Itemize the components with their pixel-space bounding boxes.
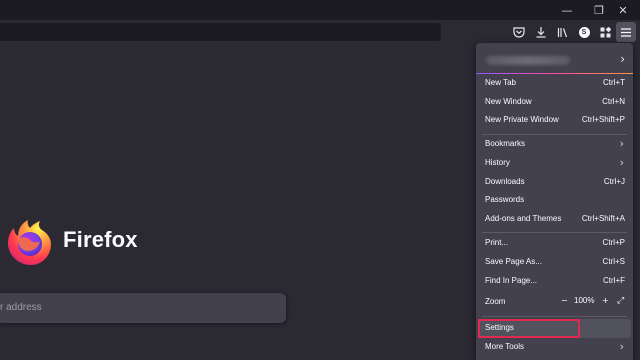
menu-item-label: History xyxy=(485,158,510,167)
menu-item-label: Find In Page... xyxy=(485,276,538,285)
menu-item-label: Bookmarks xyxy=(485,139,526,148)
pocket-icon xyxy=(513,26,525,38)
account-icon: S xyxy=(578,26,590,38)
chevron-right-icon: › xyxy=(619,156,624,169)
library-button[interactable] xyxy=(553,22,573,42)
firefox-wordmark: Firefox xyxy=(63,227,138,252)
account-button[interactable]: S xyxy=(574,22,594,42)
app-menu-panel: › New Tab Ctrl+T New Window Ctrl+N New P… xyxy=(476,43,633,360)
menu-item-shortcut: Ctrl+P xyxy=(602,238,625,247)
menu-item-shortcut: Ctrl+F xyxy=(603,276,625,285)
restore-icon: ❐ xyxy=(594,3,604,17)
menu-item-label: New Private Window xyxy=(485,115,559,124)
download-icon xyxy=(536,27,546,38)
menu-item-label: New Tab xyxy=(485,78,516,87)
minimize-button[interactable]: — xyxy=(550,0,584,20)
menu-item-more-tools[interactable]: More Tools › xyxy=(478,338,631,357)
settings-highlight-box xyxy=(478,319,580,338)
menu-separator xyxy=(482,316,627,317)
menu-item-label: Add-ons and Themes xyxy=(485,214,562,223)
firefox-logo xyxy=(8,220,51,265)
menu-item-shortcut: Ctrl+N xyxy=(602,97,625,106)
menu-item-bookmarks[interactable]: Bookmarks › xyxy=(478,135,631,154)
title-bar: — ❐ ✕ xyxy=(0,0,640,20)
menu-item-find-in-page[interactable]: Find In Page... Ctrl+F xyxy=(478,272,631,291)
zoom-in-button[interactable]: + xyxy=(602,296,609,305)
menu-item-label: Downloads xyxy=(485,177,525,186)
extensions-button[interactable] xyxy=(595,22,615,42)
menu-item-passwords[interactable]: Passwords xyxy=(478,191,631,210)
hamburger-menu-icon xyxy=(621,27,631,37)
menu-item-downloads[interactable]: Downloads Ctrl+J xyxy=(478,173,631,192)
zoom-out-button[interactable]: − xyxy=(561,296,568,305)
menu-item-shortcut: Ctrl+Shift+A xyxy=(581,214,625,223)
search-placeholder: r address xyxy=(0,302,42,313)
menu-item-new-tab[interactable]: New Tab Ctrl+T xyxy=(478,74,631,93)
chevron-right-icon: › xyxy=(619,137,624,150)
downloads-button[interactable] xyxy=(531,22,551,42)
menu-item-zoom: Zoom − 100% + ⤢ xyxy=(478,293,631,312)
menu-item-history[interactable]: History › xyxy=(478,154,631,173)
menu-item-label: Save Page As... xyxy=(485,257,542,266)
menu-item-label: Print... xyxy=(485,238,509,247)
chevron-right-icon: › xyxy=(619,340,624,353)
fullscreen-icon[interactable]: ⤢ xyxy=(617,296,624,306)
menu-item-shortcut: Ctrl+J xyxy=(603,177,625,186)
close-icon: ✕ xyxy=(618,3,628,17)
menu-item-shortcut: Ctrl+T xyxy=(603,78,625,87)
account-header[interactable]: › xyxy=(478,47,631,73)
chevron-right-icon: › xyxy=(620,52,625,66)
menu-item-addons-themes[interactable]: Add-ons and Themes Ctrl+Shift+A xyxy=(478,210,631,229)
pocket-button[interactable] xyxy=(509,22,529,42)
menu-item-label: More Tools xyxy=(485,342,524,351)
menu-item-shortcut: Ctrl+S xyxy=(602,257,625,266)
minimize-icon: — xyxy=(561,3,573,17)
zoom-label: Zoom xyxy=(485,297,506,306)
menu-item-label: New Window xyxy=(485,97,532,106)
menu-item-new-window[interactable]: New Window Ctrl+N xyxy=(478,93,631,112)
menu-item-print[interactable]: Print... Ctrl+P xyxy=(478,234,631,253)
newtab-search-input[interactable]: r address xyxy=(0,293,286,323)
menu-separator xyxy=(482,232,627,233)
menu-item-new-private-window[interactable]: New Private Window Ctrl+Shift+P xyxy=(478,111,631,130)
zoom-level-button[interactable]: 100% xyxy=(574,296,594,305)
close-window-button[interactable]: ✕ xyxy=(606,0,640,20)
extensions-icon xyxy=(600,26,611,37)
url-bar[interactable] xyxy=(0,23,441,41)
menu-item-label: Passwords xyxy=(485,195,525,204)
library-icon xyxy=(557,27,568,37)
menu-item-save-page[interactable]: Save Page As... Ctrl+S xyxy=(478,253,631,272)
account-email-redacted xyxy=(486,56,570,65)
menu-item-shortcut: Ctrl+Shift+P xyxy=(581,115,625,124)
open-menu-button[interactable] xyxy=(616,22,636,42)
